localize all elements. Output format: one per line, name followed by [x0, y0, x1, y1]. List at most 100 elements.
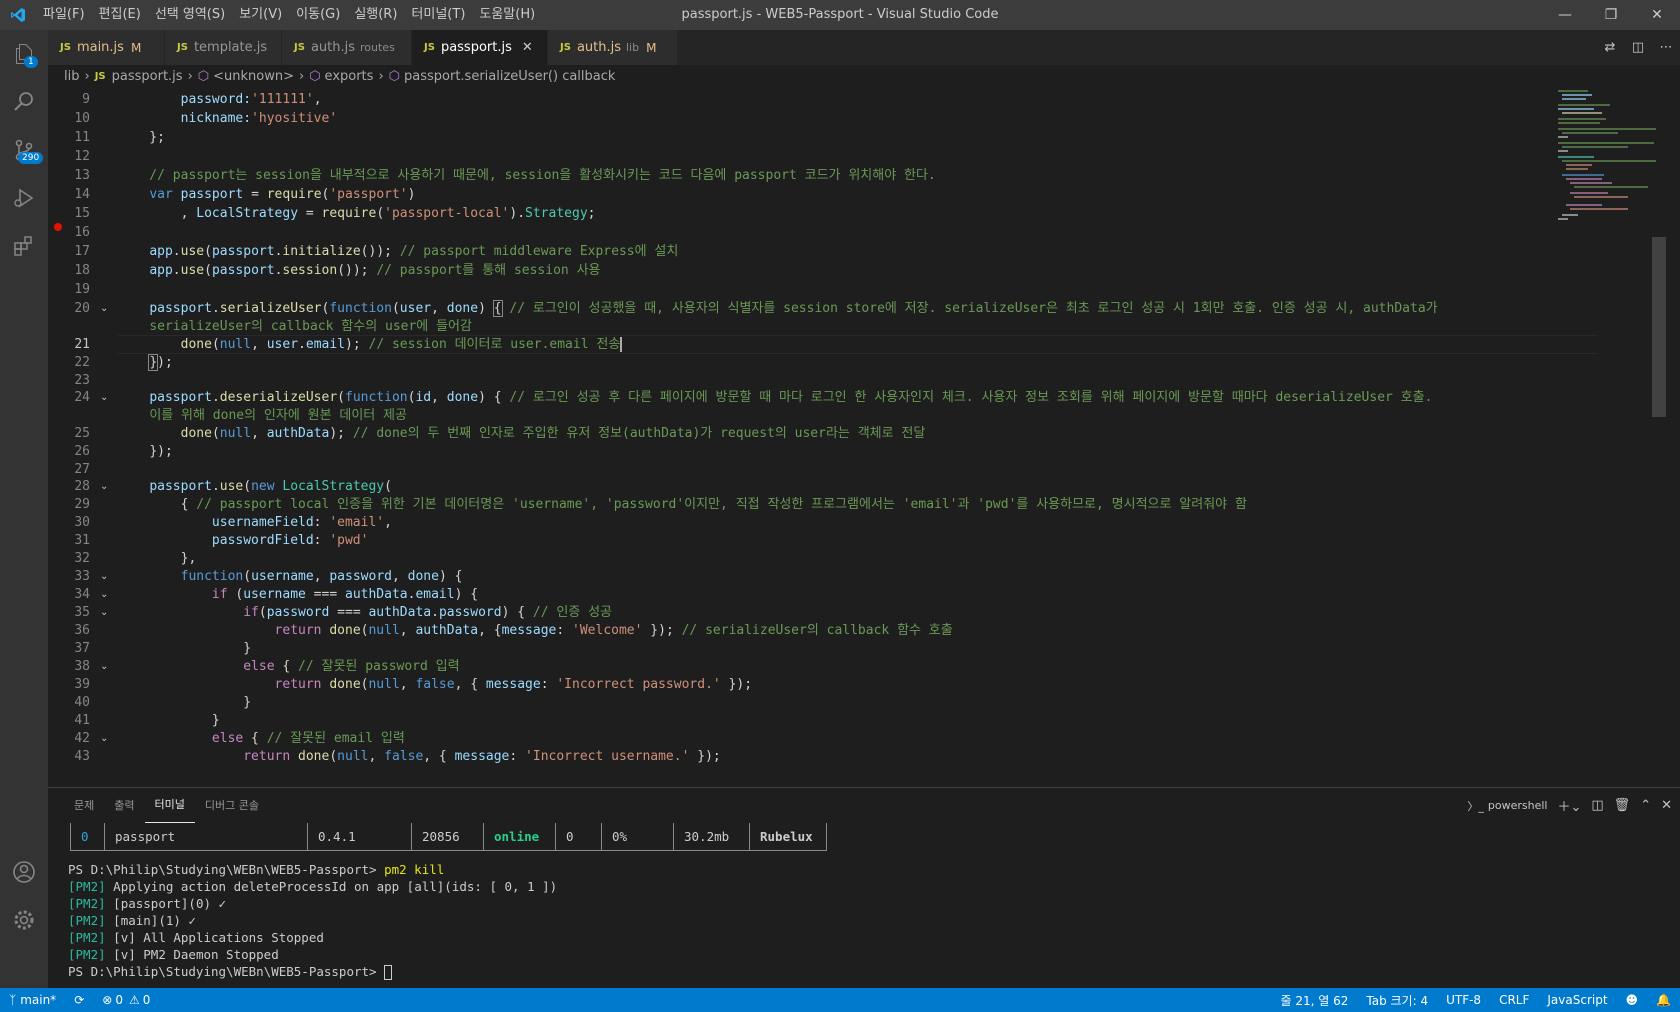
- code-line-22: });: [148, 354, 173, 371]
- fold-chevron-icon[interactable]: ⌄: [100, 299, 108, 318]
- breadcrumb-file[interactable]: passport.js: [112, 69, 183, 84]
- breadcrumb-symbol-callback[interactable]: passport.serializeUser() callback: [404, 69, 615, 84]
- language-mode[interactable]: JavaScript: [1538, 993, 1616, 1007]
- split-terminal-icon[interactable]: ◫: [1591, 798, 1603, 813]
- sync-icon: ⟳: [74, 993, 85, 1007]
- scm-badge: 290: [18, 152, 44, 164]
- problems-indicator[interactable]: ⊗ 0 ⚠ 0: [93, 993, 159, 1007]
- feedback-icon[interactable]: ☻: [1617, 993, 1648, 1007]
- menu-edit[interactable]: 편집(E): [92, 0, 148, 30]
- fold-chevron-icon[interactable]: ⌄: [100, 477, 108, 496]
- pm2-restarts: 0: [556, 823, 602, 850]
- minimap[interactable]: [1548, 87, 1658, 787]
- tab-main-js[interactable]: JS main.js M: [48, 30, 165, 65]
- more-actions-icon[interactable]: ⋯: [1652, 40, 1680, 55]
- tab-debug-console[interactable]: 디버그 콘솔: [195, 788, 269, 823]
- terminal[interactable]: 0 passport 0.4.1 20856 online 0 0% 30.2m…: [68, 823, 1658, 989]
- terminal-select[interactable]: 〉_ powershell: [1457, 798, 1547, 814]
- bell-icon[interactable]: 🔔: [1647, 993, 1680, 1007]
- code-editor[interactable]: 9 10 11 12 13 14 15 16 17 18 19 20 ⌄ 21 22 23 24 ⌄ 25 26 27 2…: [48, 87, 1680, 787]
- source-control-button[interactable]: 290: [0, 126, 48, 174]
- close-tab-icon[interactable]: ✕: [522, 40, 533, 55]
- code-line-11: };: [118, 130, 165, 145]
- tab-passport-js[interactable]: JS passport.js ✕: [412, 30, 548, 65]
- line-number: 17: [74, 244, 90, 259]
- tab-template-js[interactable]: JS template.js: [165, 30, 282, 65]
- fold-chevron-icon[interactable]: ⌄: [100, 567, 108, 586]
- tab-label: auth.js: [310, 40, 355, 55]
- minimize-icon[interactable]: —: [1542, 0, 1588, 30]
- explorer-badge: 1: [24, 56, 38, 68]
- tab-output[interactable]: 출력: [104, 788, 144, 823]
- manage-button[interactable]: [0, 896, 48, 944]
- tab-auth-routes[interactable]: JS auth.js routes: [282, 30, 412, 65]
- menu-run[interactable]: 실행(R): [347, 0, 404, 30]
- terminal-icon: 〉_: [1467, 799, 1484, 813]
- explorer-button[interactable]: 1: [0, 30, 48, 78]
- breadcrumb-symbol-exports[interactable]: exports: [325, 69, 374, 84]
- run-debug-button[interactable]: [0, 174, 48, 222]
- tab-description: lib: [626, 41, 640, 54]
- menu-help[interactable]: 도움말(H): [472, 0, 542, 30]
- extensions-button[interactable]: [0, 222, 48, 270]
- fold-chevron-icon[interactable]: ⌄: [100, 585, 108, 604]
- close-panel-icon[interactable]: ✕: [1661, 798, 1672, 813]
- search-icon: [14, 92, 33, 111]
- end-of-line[interactable]: CRLF: [1490, 993, 1538, 1007]
- line-number: 12: [74, 149, 90, 164]
- close-icon[interactable]: ✕: [1634, 0, 1680, 30]
- branch-name: main*: [20, 993, 57, 1007]
- menu-go[interactable]: 이동(G): [289, 0, 347, 30]
- line-number: 31: [74, 533, 90, 548]
- trash-icon[interactable]: 🗑: [1614, 798, 1631, 813]
- tab-auth-lib[interactable]: JS auth.js lib M: [548, 30, 678, 65]
- fold-chevron-icon[interactable]: ⌄: [100, 657, 108, 676]
- cursor-position[interactable]: 줄 21, 열 62: [1271, 992, 1357, 1009]
- menu-view[interactable]: 보기(V): [232, 0, 289, 30]
- fold-chevron-icon[interactable]: ⌄: [100, 603, 108, 622]
- open-changes-icon[interactable]: ⇄: [1596, 40, 1624, 55]
- symbol-module-icon: ⬡: [309, 68, 321, 84]
- line-number: 21: [74, 337, 90, 352]
- indentation[interactable]: Tab 크기: 4: [1357, 992, 1437, 1009]
- pm2-name: passport: [105, 823, 308, 850]
- pm2-cpu: 0%: [602, 823, 674, 850]
- account-icon: [13, 861, 35, 883]
- sync-button[interactable]: ⟳: [65, 993, 93, 1007]
- new-terminal-icon[interactable]: ＋⌄: [1557, 796, 1581, 815]
- code-line-25: done(null, authData); // done의 두 번째 인자로 …: [180, 426, 926, 441]
- fold-chevron-icon[interactable]: ⌄: [100, 388, 108, 407]
- search-button[interactable]: [0, 78, 48, 126]
- code-line-43: return done(null, false, { message: 'Inc…: [243, 749, 721, 764]
- status-right: 줄 21, 열 62 Tab 크기: 4 UTF-8 CRLF JavaScri…: [1271, 988, 1680, 1012]
- javascript-file-icon: JS: [294, 42, 305, 53]
- code-area[interactable]: password:'111111', nickname:'hyositive' …: [118, 87, 1598, 787]
- git-branch[interactable]: ᛉ main*: [0, 993, 65, 1007]
- split-editor-icon[interactable]: ◫: [1624, 40, 1652, 55]
- menu-selection[interactable]: 선택 영역(S): [148, 0, 232, 30]
- tab-problems[interactable]: 문제: [64, 788, 104, 823]
- restore-icon[interactable]: ❐: [1588, 0, 1634, 30]
- editor-scrollbar[interactable]: [1652, 237, 1666, 417]
- code-line-14: var passport = require('passport'): [149, 187, 416, 202]
- title-bar: 파일(F) 편집(E) 선택 영역(S) 보기(V) 이동(G) 실행(R) 터…: [0, 0, 1680, 30]
- menu-file[interactable]: 파일(F): [36, 0, 92, 30]
- line-number: 32: [74, 551, 90, 566]
- javascript-file-icon: JS: [560, 42, 571, 53]
- tab-terminal[interactable]: 터미널: [144, 788, 195, 823]
- encoding[interactable]: UTF-8: [1437, 993, 1490, 1007]
- terminal-line: [PM2] [passport](0) ✓: [68, 896, 227, 911]
- accounts-button[interactable]: [0, 848, 48, 896]
- menu-terminal[interactable]: 터미널(T): [404, 0, 472, 30]
- breadcrumb-symbol-unknown[interactable]: <unknown>: [213, 69, 294, 84]
- error-count: 0: [115, 993, 123, 1007]
- line-number: 26: [74, 444, 90, 459]
- fold-chevron-icon[interactable]: ⌄: [100, 729, 108, 748]
- terminal-prompt[interactable]: PS D:\Philip\Studying\WEBn\WEB5-Passport…: [68, 963, 393, 980]
- warning-count: 0: [142, 993, 151, 1007]
- chevron-up-icon[interactable]: ⌃: [1640, 798, 1651, 813]
- line-number: 38: [74, 659, 90, 674]
- breadcrumb-folder[interactable]: lib: [64, 69, 79, 84]
- line-number: 13: [74, 168, 90, 183]
- pm2-status: online: [484, 823, 556, 850]
